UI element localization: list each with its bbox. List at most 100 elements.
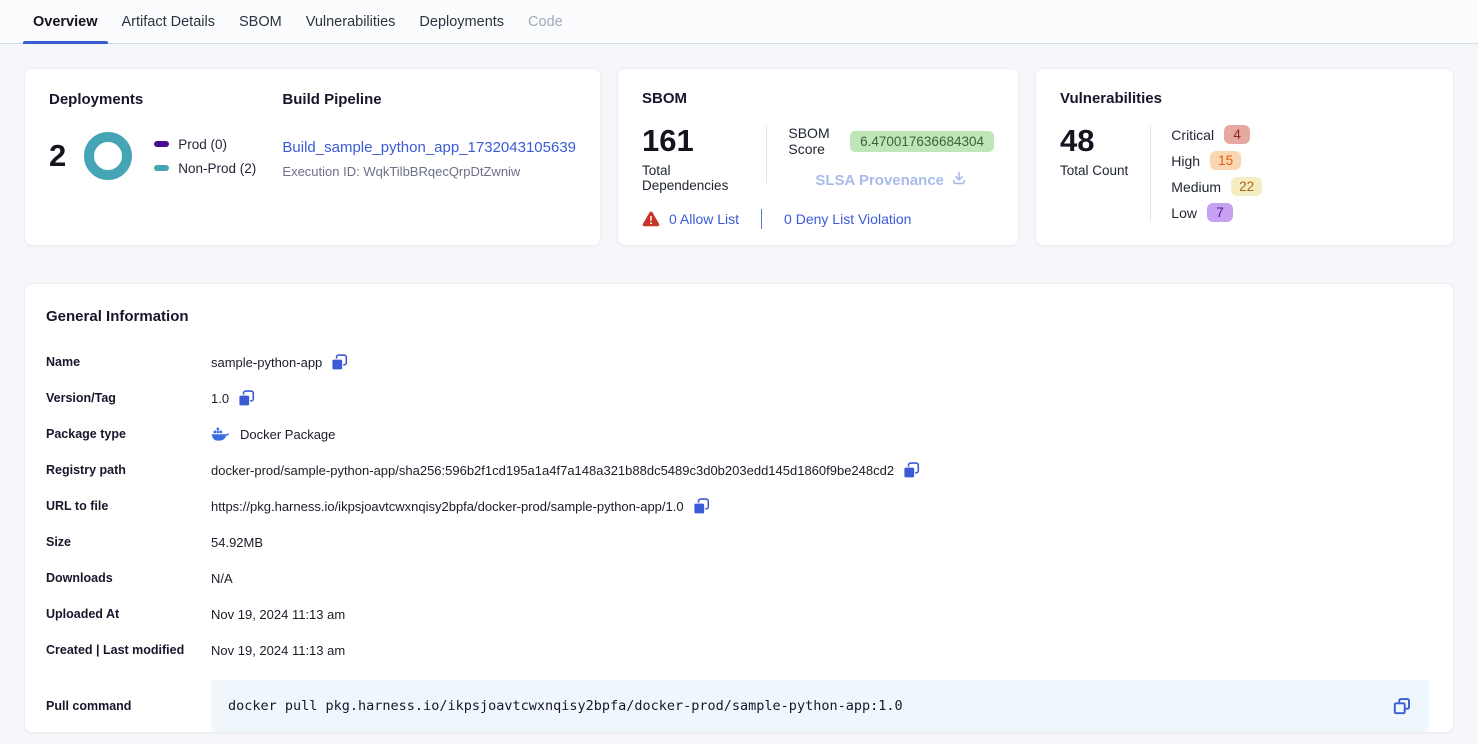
low-label: Low [1171,205,1197,221]
severity-list: Critical 4 High 15 Medium 22 Low 7 [1171,123,1262,222]
pull-command-value: docker pull pkg.harness.io/ikpsjoavtcwxn… [228,698,1393,714]
vulnerabilities-total-count: 48 [1060,123,1128,159]
severity-row-low: Low 7 [1171,203,1262,222]
row-registry-path: Registry path docker-prod/sample-python-… [46,452,1429,488]
severity-row-high: High 15 [1171,151,1262,170]
url-to-file-value: https://pkg.harness.io/ikpsjoavtcwxnqisy… [211,499,684,514]
deployments-section: Deployments 2 Prod (0) Non-Prod (2) [49,91,282,223]
sbom-dependency-stat: 161 Total Dependencies [642,123,746,193]
prod-swatch [154,141,169,147]
uploaded-at-label: Uploaded At [46,607,211,621]
copy-icon[interactable] [903,462,920,479]
row-name: Name sample-python-app [46,344,1429,380]
sbom-total-dependencies-label: Total Dependencies [642,163,746,193]
legend-item-nonprod: Non-Prod (2) [154,161,256,176]
vulnerabilities-total-label: Total Count [1060,163,1128,178]
deny-list-link[interactable]: 0 Deny List Violation [784,211,911,227]
created-modified-value: Nov 19, 2024 11:13 am [211,643,345,658]
vulnerabilities-title: Vulnerabilities [1060,90,1429,107]
low-count-badge: 7 [1207,203,1233,222]
tab-overview[interactable]: Overview [23,0,108,43]
row-size: Size 54.92MB [46,524,1429,560]
row-version-tag: Version/Tag 1.0 [46,380,1429,416]
summary-cards-row: Deployments 2 Prod (0) Non-Prod (2) [24,68,1454,246]
sbom-card: SBOM 161 Total Dependencies SBOM Score 6… [617,68,1019,246]
slsa-provenance-label: SLSA Provenance [815,172,944,189]
size-value: 54.92MB [211,535,263,550]
row-uploaded-at: Uploaded At Nov 19, 2024 11:13 am [46,596,1429,632]
registry-path-label: Registry path [46,463,211,477]
created-modified-label: Created | Last modified [46,643,211,657]
build-pipeline-link[interactable]: Build_sample_python_app_1732043105639 [282,139,576,156]
copy-icon[interactable] [693,498,710,515]
pull-command-box: docker pull pkg.harness.io/ikpsjoavtcwxn… [211,680,1429,732]
high-count-badge: 15 [1210,151,1241,170]
copy-icon[interactable] [238,390,255,407]
prod-label: Prod (0) [178,137,227,152]
sbom-total-dependencies: 161 [642,123,746,159]
registry-path-value: docker-prod/sample-python-app/sha256:596… [211,463,894,478]
build-pipeline-section: Build Pipeline Build_sample_python_app_1… [282,91,576,223]
downloads-value: N/A [211,571,233,586]
sbom-score-section: SBOM Score 6.470017636684304 SLSA Proven… [788,123,994,193]
links-separator [761,209,762,229]
tab-vulnerabilities[interactable]: Vulnerabilities [296,0,406,43]
tab-code: Code [518,0,573,43]
copy-outline-icon[interactable] [1393,697,1411,715]
size-label: Size [46,535,211,549]
row-downloads: Downloads N/A [46,560,1429,596]
row-package-type: Package type Docker Package [46,416,1429,452]
medium-count-badge: 22 [1231,177,1262,196]
tab-sbom[interactable]: SBOM [229,0,292,43]
docker-icon [211,427,229,442]
download-icon [951,170,967,190]
build-pipeline-title: Build Pipeline [282,91,576,108]
sbom-score-label: SBOM Score [788,125,840,157]
sbom-policy-links: 0 Allow List 0 Deny List Violation [642,209,911,229]
copy-icon[interactable] [331,354,348,371]
deployments-card: Deployments 2 Prod (0) Non-Prod (2) [24,68,601,246]
sbom-title: SBOM [642,90,994,107]
deployments-donut-chart [84,132,132,180]
legend-item-prod: Prod (0) [154,137,256,152]
general-information-rows: Name sample-python-app Version/Tag 1.0 [46,344,1429,732]
row-url-to-file: URL to file https://pkg.harness.io/ikpsj… [46,488,1429,524]
general-information-title: General Information [46,308,1429,325]
slsa-provenance-link[interactable]: SLSA Provenance [788,170,994,190]
version-tag-value: 1.0 [211,391,229,406]
severity-row-medium: Medium 22 [1171,177,1262,196]
name-value: sample-python-app [211,355,322,370]
version-tag-label: Version/Tag [46,391,211,405]
tab-bar: Overview Artifact Details SBOM Vulnerabi… [0,0,1478,44]
execution-id-text: Execution ID: WqkTilbBRqecQrpDtZwniw [282,164,576,179]
package-type-label: Package type [46,427,211,441]
sbom-divider [766,125,767,183]
sbom-score-badge: 6.470017636684304 [850,131,994,152]
allow-list-link[interactable]: 0 Allow List [669,211,739,227]
medium-label: Medium [1171,179,1221,195]
tab-deployments[interactable]: Deployments [409,0,514,43]
critical-count-badge: 4 [1224,125,1250,144]
url-to-file-label: URL to file [46,499,211,513]
critical-label: Critical [1171,127,1214,143]
nonprod-label: Non-Prod (2) [178,161,256,176]
vulnerabilities-divider [1150,125,1151,221]
pull-command-label: Pull command [46,699,211,713]
uploaded-at-value: Nov 19, 2024 11:13 am [211,607,345,622]
deployments-total-count: 2 [49,138,66,174]
name-label: Name [46,355,211,369]
vulnerabilities-total-stat: 48 Total Count [1060,123,1128,222]
row-pull-command: Pull command docker pull pkg.harness.io/… [46,680,1429,732]
page-content: Deployments 2 Prod (0) Non-Prod (2) [0,44,1478,733]
vulnerabilities-card: Vulnerabilities 48 Total Count Critical … [1035,68,1454,246]
warning-triangle-icon [642,211,660,227]
tab-artifact-details[interactable]: Artifact Details [112,0,225,43]
row-created-modified: Created | Last modified Nov 19, 2024 11:… [46,632,1429,668]
package-type-value: Docker Package [240,427,335,442]
severity-row-critical: Critical 4 [1171,125,1262,144]
deployments-legend: Prod (0) Non-Prod (2) [154,137,256,176]
nonprod-swatch [154,165,169,171]
general-information-card: General Information Name sample-python-a… [24,283,1454,733]
deployments-title: Deployments [49,91,282,108]
high-label: High [1171,153,1200,169]
